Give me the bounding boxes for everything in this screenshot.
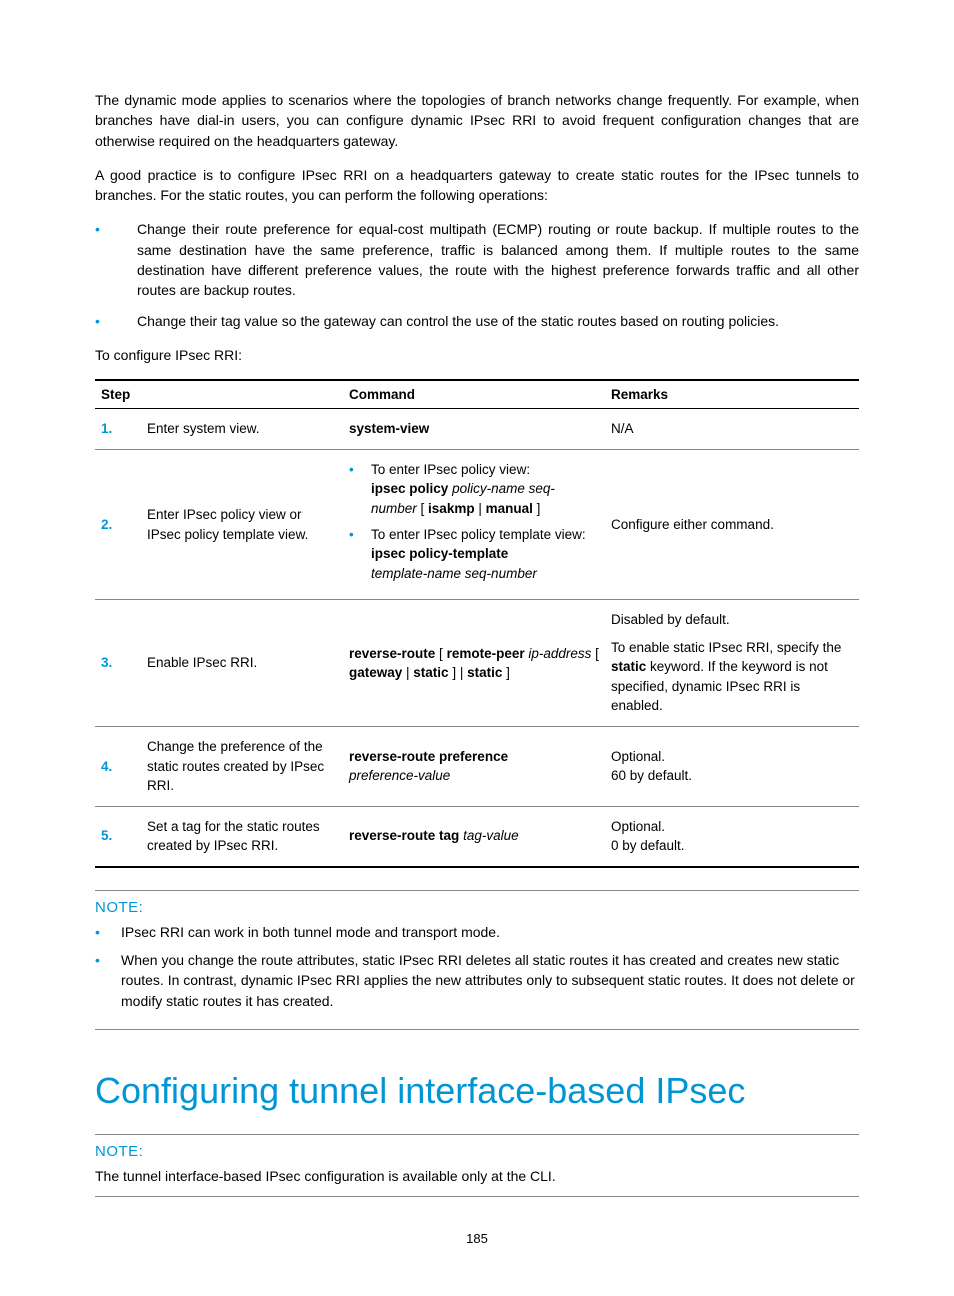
table-row: 1. Enter system view. system-view N/A (95, 409, 859, 450)
page: The dynamic mode applies to scenarios wh… (0, 0, 954, 1296)
section-heading: Configuring tunnel interface-based IPsec (95, 1070, 859, 1112)
cmd-bracket: [ (435, 646, 446, 661)
cmd-bold: reverse-route preference (349, 749, 508, 764)
remarks-cell: N/A (605, 409, 859, 450)
step-number: 5. (95, 806, 141, 867)
cmd-bold: reverse-route tag (349, 828, 459, 843)
cmd-item: To enter IPsec policy template view: ips… (349, 525, 599, 584)
step-text: Enter IPsec policy view or IPsec policy … (141, 449, 343, 599)
cmd-bracket: ] (502, 665, 510, 680)
cmd-text: To enter IPsec policy template view: (371, 527, 586, 542)
table-row: 5. Set a tag for the static routes creat… (95, 806, 859, 867)
cmd-italic: tag-value (463, 828, 519, 843)
remarks-line: Optional. (611, 747, 853, 767)
remarks-line: Optional. (611, 817, 853, 837)
remarks-line: To enable static IPsec RRI, specify the … (611, 638, 853, 716)
remarks-cell: Configure either command. (605, 449, 859, 599)
th-step: Step (95, 380, 343, 409)
cmd-bold: static (467, 665, 502, 680)
cmd-italic: ip-address (528, 646, 591, 661)
cmd-item: To enter IPsec policy view: ipsec policy… (349, 460, 599, 519)
note-block: NOTE: The tunnel interface-based IPsec c… (95, 1134, 859, 1197)
cmd-bold: isakmp (428, 501, 475, 516)
remarks-cell: Optional. 0 by default. (605, 806, 859, 867)
cmd-bold: system-view (349, 421, 429, 436)
list-item: Change their tag value so the gateway ca… (95, 311, 859, 331)
cmd-bracket: ] | (449, 665, 468, 680)
th-command: Command (343, 380, 605, 409)
note-item: IPsec RRI can work in both tunnel mode a… (95, 922, 859, 942)
cmd-italic: preference-value (349, 768, 450, 783)
cmd-italic: template-name seq-number (371, 566, 537, 581)
step-text: Change the preference of the static rout… (141, 727, 343, 807)
page-number: 185 (0, 1231, 954, 1246)
remarks-cell: Disabled by default. To enable static IP… (605, 600, 859, 727)
command-cell: To enter IPsec policy view: ipsec policy… (343, 449, 605, 599)
note-label: NOTE: (95, 899, 859, 916)
command-cell: system-view (343, 409, 605, 450)
command-cell: reverse-route tag tag-value (343, 806, 605, 867)
step-number: 4. (95, 727, 141, 807)
cmd-bold: static (413, 665, 448, 680)
remarks-line: Disabled by default. (611, 610, 853, 630)
step-text: Enter system view. (141, 409, 343, 450)
step-number: 2. (95, 449, 141, 599)
cmd-bold: reverse-route (349, 646, 435, 661)
note-text: The tunnel interface-based IPsec configu… (95, 1166, 859, 1186)
note-block: NOTE: IPsec RRI can work in both tunnel … (95, 890, 859, 1030)
cmd-pipe: | (475, 501, 486, 516)
command-cell: reverse-route preference preference-valu… (343, 727, 605, 807)
cmd-bold: ipsec policy-template (371, 546, 508, 561)
lead-in-text: To configure IPsec RRI: (95, 345, 859, 365)
cmd-bracket: [ (417, 501, 428, 516)
paragraph: A good practice is to configure IPsec RR… (95, 165, 859, 206)
cmd-bold: manual (486, 501, 533, 516)
remarks-line: 60 by default. (611, 766, 853, 786)
table-row: 3. Enable IPsec RRI. reverse-route [ rem… (95, 600, 859, 727)
remarks-line: 0 by default. (611, 836, 853, 856)
command-cell: reverse-route [ remote-peer ip-address [… (343, 600, 605, 727)
bullet-list: Change their route preference for equal-… (95, 219, 859, 330)
table-row: 2. Enter IPsec policy view or IPsec poli… (95, 449, 859, 599)
remarks-cell: Optional. 60 by default. (605, 727, 859, 807)
cmd-pipe: | (402, 665, 413, 680)
th-remarks: Remarks (605, 380, 859, 409)
cmd-bold: ipsec policy (371, 481, 448, 496)
step-text: Enable IPsec RRI. (141, 600, 343, 727)
cmd-bold: gateway (349, 665, 402, 680)
note-item: When you change the route attributes, st… (95, 950, 859, 1011)
step-number: 1. (95, 409, 141, 450)
step-text: Set a tag for the static routes created … (141, 806, 343, 867)
paragraph: The dynamic mode applies to scenarios wh… (95, 90, 859, 151)
cmd-bold: remote-peer (447, 646, 525, 661)
steps-table: Step Command Remarks 1. Enter system vie… (95, 379, 859, 868)
list-item: Change their route preference for equal-… (95, 219, 859, 300)
step-number: 3. (95, 600, 141, 727)
note-label: NOTE: (95, 1143, 859, 1160)
cmd-bracket: ] (533, 501, 541, 516)
table-row: 4. Change the preference of the static r… (95, 727, 859, 807)
note-bullet-list: IPsec RRI can work in both tunnel mode a… (95, 922, 859, 1011)
cmd-bracket: [ (591, 646, 599, 661)
cmd-text: To enter IPsec policy view: (371, 462, 530, 477)
